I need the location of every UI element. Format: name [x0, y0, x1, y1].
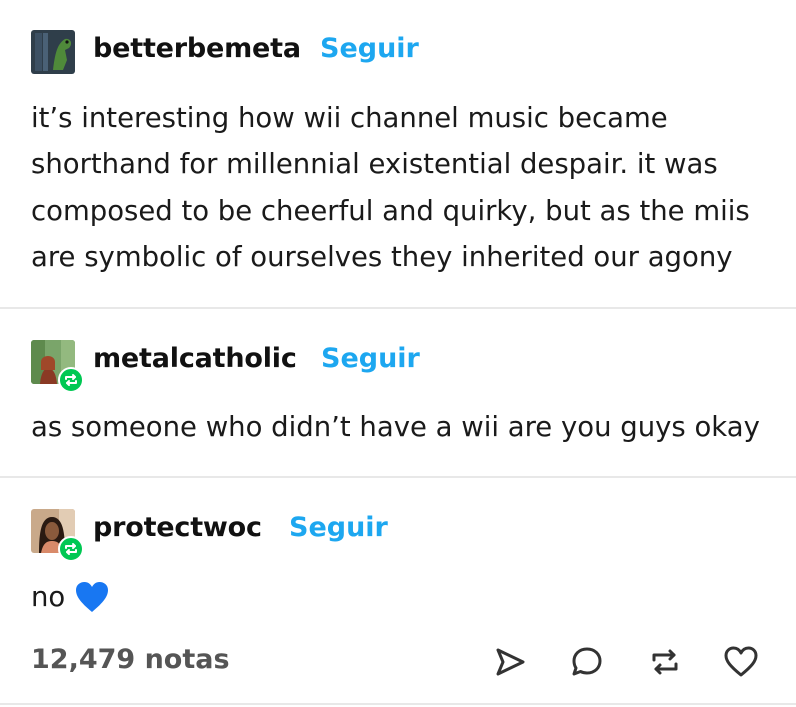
post-body-line: are symbolic of ourselves they inherited…: [31, 241, 733, 273]
divider: [0, 307, 796, 309]
reblog-badge-icon: [58, 367, 84, 393]
username-protectwoc[interactable]: protectwoc: [93, 512, 262, 543]
post-body-text: no: [31, 581, 66, 613]
post-body-line: it’s interesting how wii channel music b…: [31, 102, 668, 134]
post-body-line: as someone who didn’t have a wii are you…: [31, 411, 760, 443]
like-icon[interactable]: [721, 642, 761, 682]
blue-heart-emoji: 💙: [74, 580, 110, 614]
username-betterbemeta[interactable]: betterbemeta: [93, 33, 301, 64]
reply-icon[interactable]: [567, 642, 607, 682]
post-body-line: composed to be cheerful and quirky, but …: [31, 195, 750, 227]
username-metalcatholic[interactable]: metalcatholic: [93, 343, 297, 374]
reblog-icon[interactable]: [645, 642, 685, 682]
reblog-badge-icon: [58, 536, 84, 562]
follow-button-protectwoc[interactable]: Seguir: [289, 512, 388, 543]
divider: [0, 703, 796, 705]
share-icon[interactable]: [490, 642, 530, 682]
divider: [0, 476, 796, 478]
follow-button-metalcatholic[interactable]: Seguir: [321, 343, 420, 374]
post-body-line: shorthand for millennial existential des…: [31, 148, 718, 180]
notes-count[interactable]: 12,479 notas: [31, 644, 230, 675]
avatar-betterbemeta[interactable]: [31, 30, 75, 74]
follow-button-betterbemeta[interactable]: Seguir: [320, 33, 419, 64]
